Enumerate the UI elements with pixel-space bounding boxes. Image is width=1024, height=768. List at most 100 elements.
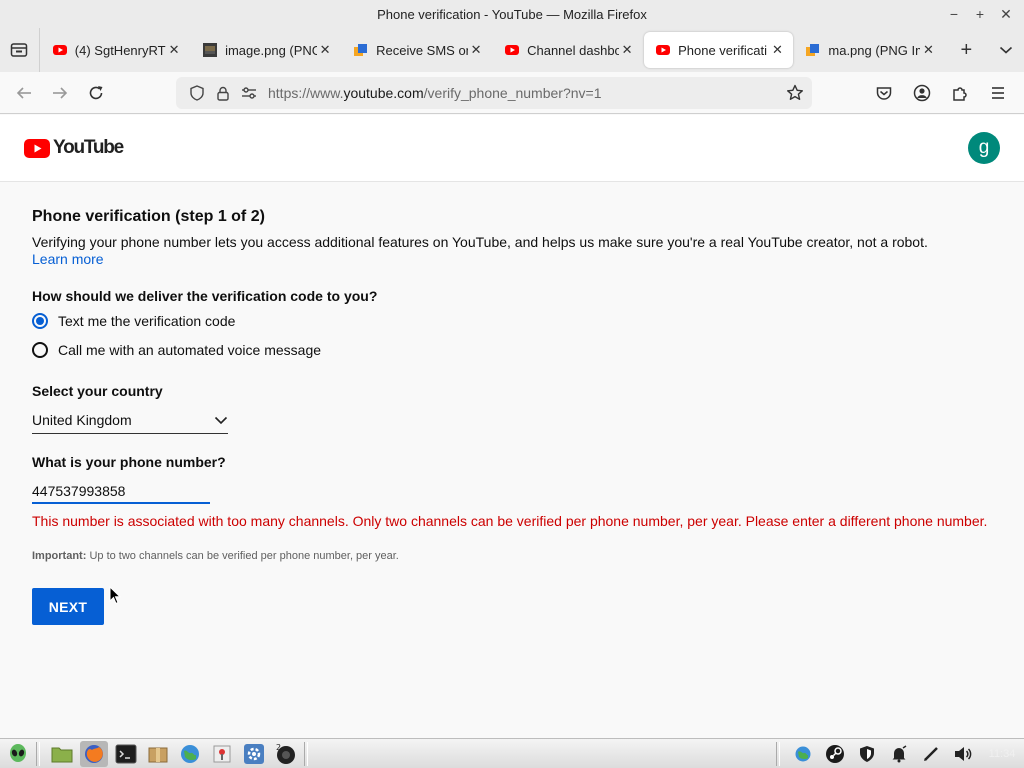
firefox-launcher[interactable] (80, 740, 108, 767)
close-window-button[interactable]: ✕ (994, 3, 1018, 25)
back-button[interactable] (6, 77, 42, 109)
window-controls: − + ✕ (942, 3, 1018, 25)
permissions-icon[interactable] (236, 87, 262, 99)
youtube-logo[interactable]: YouTube (24, 137, 124, 159)
pocket-icon (876, 86, 892, 100)
new-tab-button[interactable]: + (948, 32, 984, 68)
mouse-cursor-icon (109, 586, 121, 605)
steam-icon (826, 745, 844, 763)
svg-text:2: 2 (276, 743, 281, 752)
notifications-tray-icon[interactable] (886, 741, 912, 767)
steam-tray-icon[interactable] (822, 741, 848, 767)
page-title: Phone verification (step 1 of 2) (32, 208, 265, 225)
terminal-icon (115, 744, 137, 763)
toolbar-right (866, 77, 1016, 109)
tracking-protection-icon[interactable] (184, 85, 210, 101)
country-value: United Kingdom (32, 412, 132, 428)
tray-separator (776, 742, 780, 766)
wrench-icon (213, 745, 231, 762)
tab-close-icon[interactable]: ✕ (619, 42, 635, 58)
vpn-tray-icon[interactable] (854, 741, 880, 767)
network-launcher[interactable] (176, 741, 204, 767)
start-menu-button[interactable] (4, 741, 32, 767)
bookmark-star-icon[interactable] (786, 84, 804, 104)
reload-button[interactable] (78, 77, 114, 109)
system-tray: 11:34 (772, 739, 1024, 768)
network-tray-icon[interactable] (790, 741, 816, 767)
url-path: /verify_phone_number?nv=1 (423, 85, 602, 101)
url-bar[interactable]: https://www.youtube.com/verify_phone_num… (176, 77, 812, 109)
tab-close-icon[interactable]: ✕ (166, 42, 182, 58)
tab-label: Receive SMS on (376, 42, 469, 58)
menu-button[interactable] (980, 77, 1016, 109)
pocket-button[interactable] (866, 77, 902, 109)
account-button[interactable] (904, 77, 940, 109)
taskbar: 2 11:34 (0, 738, 1024, 768)
tab-close-icon[interactable]: ✕ (769, 42, 785, 58)
option-text-label: Text me the verification code (58, 313, 236, 329)
country-label: Select your country (32, 383, 163, 399)
tab-image-png[interactable]: image.png (PNG ✕ (191, 32, 341, 68)
shield-icon (860, 746, 874, 762)
chevron-down-icon (1000, 46, 1013, 54)
list-all-tabs-button[interactable] (988, 32, 1024, 68)
next-button[interactable]: NEXT (32, 588, 104, 625)
arrow-right-icon (53, 86, 68, 99)
youtube-icon (52, 45, 67, 55)
url-host: youtube.com (343, 85, 424, 101)
phone-number-input[interactable] (32, 480, 210, 504)
url-text: https://www.youtube.com/verify_phone_num… (268, 85, 601, 101)
tab-receive-sms[interactable]: Receive SMS on ✕ (342, 32, 492, 68)
learn-more-link[interactable]: Learn more (32, 251, 104, 267)
minimize-button[interactable]: − (942, 3, 966, 25)
arrow-left-icon (16, 86, 31, 99)
avatar[interactable]: g (968, 132, 1000, 164)
image-icon (203, 43, 218, 57)
settings-tool-launcher[interactable] (208, 741, 236, 767)
chevron-down-icon (214, 416, 228, 424)
workspace-switcher[interactable]: 2 (272, 741, 300, 767)
tab-phone-verification[interactable]: Phone verificati ✕ (644, 32, 794, 68)
speaker-icon (955, 747, 972, 761)
alien-icon (10, 743, 26, 762)
page-description: Verifying your phone number lets you acc… (32, 234, 928, 250)
tab-sgthenryrt[interactable]: (4) SgtHenryRT ✕ (41, 32, 190, 68)
important-note: Important: Up to two channels can be ver… (32, 550, 399, 562)
archive-launcher[interactable] (144, 741, 172, 767)
extensions-button[interactable] (942, 77, 978, 109)
globe-tray-icon (795, 746, 811, 762)
url-prefix: https://www. (268, 85, 344, 101)
taskbar-separator (36, 741, 40, 766)
tab-close-icon[interactable]: ✕ (920, 42, 936, 58)
tab-channel-dashboard[interactable]: Channel dashbo ✕ (493, 32, 643, 68)
tab-ma-png[interactable]: ma.png (PNG Im ✕ (794, 32, 944, 68)
package-icon (148, 747, 168, 762)
terminal-launcher[interactable] (112, 741, 140, 767)
taskbar-separator (304, 741, 308, 766)
tab-label: ma.png (PNG Im (828, 42, 921, 58)
phone-label: What is your phone number? (32, 454, 226, 470)
forward-button[interactable] (42, 77, 78, 109)
option-call-label: Call me with an automated voice message (58, 342, 322, 358)
radio-text-checked[interactable] (32, 313, 48, 329)
lock-icon[interactable] (210, 86, 236, 101)
file-manager-launcher[interactable] (48, 741, 76, 767)
maximize-button[interactable]: + (968, 3, 992, 25)
window-title: Phone verification - YouTube — Mozilla F… (377, 6, 647, 22)
radio-call-unchecked[interactable] (32, 342, 48, 358)
clock[interactable]: 11:34 (980, 748, 1024, 760)
tab-close-icon[interactable]: ✕ (468, 42, 484, 58)
important-label: Important: (32, 550, 87, 562)
navigation-toolbar: https://www.youtube.com/verify_phone_num… (0, 72, 1024, 114)
system-settings-launcher[interactable] (240, 741, 268, 767)
youtube-icon (505, 45, 520, 55)
option-text-me[interactable]: Text me the verification code (32, 313, 235, 329)
pen-tray-icon[interactable] (918, 741, 944, 767)
tab-close-icon[interactable]: ✕ (317, 42, 333, 58)
country-select[interactable]: United Kingdom (32, 409, 228, 434)
hamburger-menu-icon (992, 87, 1004, 99)
pen-icon (924, 747, 938, 761)
volume-tray-icon[interactable] (950, 741, 976, 767)
firefox-view-button[interactable] (0, 28, 40, 72)
option-call-me[interactable]: Call me with an automated voice message (32, 342, 321, 358)
